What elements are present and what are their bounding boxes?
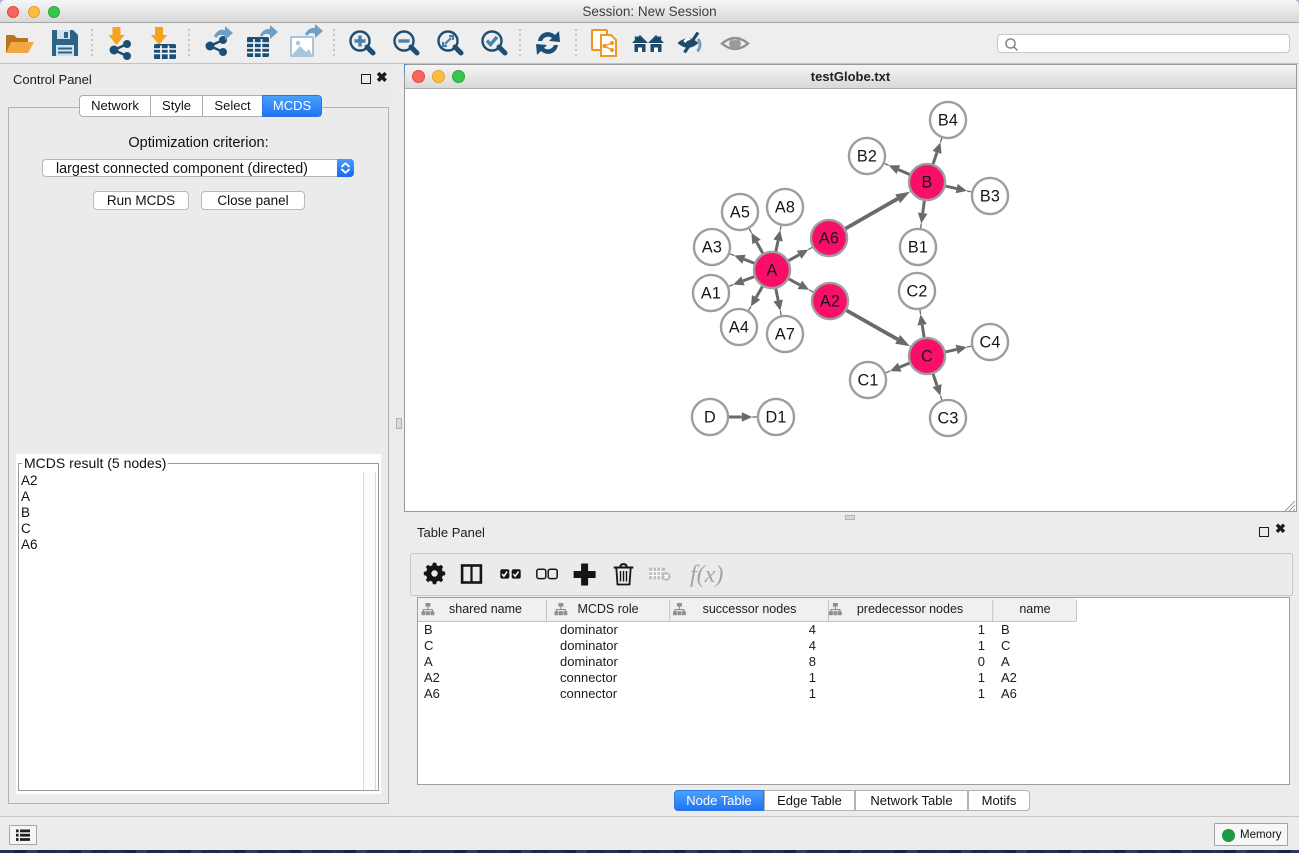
svg-text:A7: A7 (775, 326, 795, 344)
svg-text:D1: D1 (765, 409, 786, 427)
svg-text:C1: C1 (857, 372, 878, 390)
svg-text:A5: A5 (730, 204, 750, 222)
svg-text:A2: A2 (820, 293, 840, 311)
svg-text:A1: A1 (701, 285, 721, 303)
svg-text:B2: B2 (857, 148, 877, 166)
svg-text:B1: B1 (908, 239, 928, 257)
svg-text:f(x): f(x) (690, 562, 723, 588)
svg-text:A4: A4 (729, 319, 749, 337)
svg-text:A3: A3 (702, 239, 722, 257)
svg-text:B: B (922, 174, 933, 192)
svg-text:A6: A6 (819, 230, 839, 248)
svg-text:A8: A8 (775, 199, 795, 217)
svg-text:A: A (767, 262, 778, 280)
svg-text:C2: C2 (906, 283, 927, 301)
svg-text:C3: C3 (937, 410, 958, 428)
svg-text:C4: C4 (979, 334, 1000, 352)
svg-text:B4: B4 (938, 112, 958, 130)
svg-text:C: C (921, 348, 933, 366)
svg-text:B3: B3 (980, 188, 1000, 206)
svg-text:D: D (704, 409, 716, 427)
